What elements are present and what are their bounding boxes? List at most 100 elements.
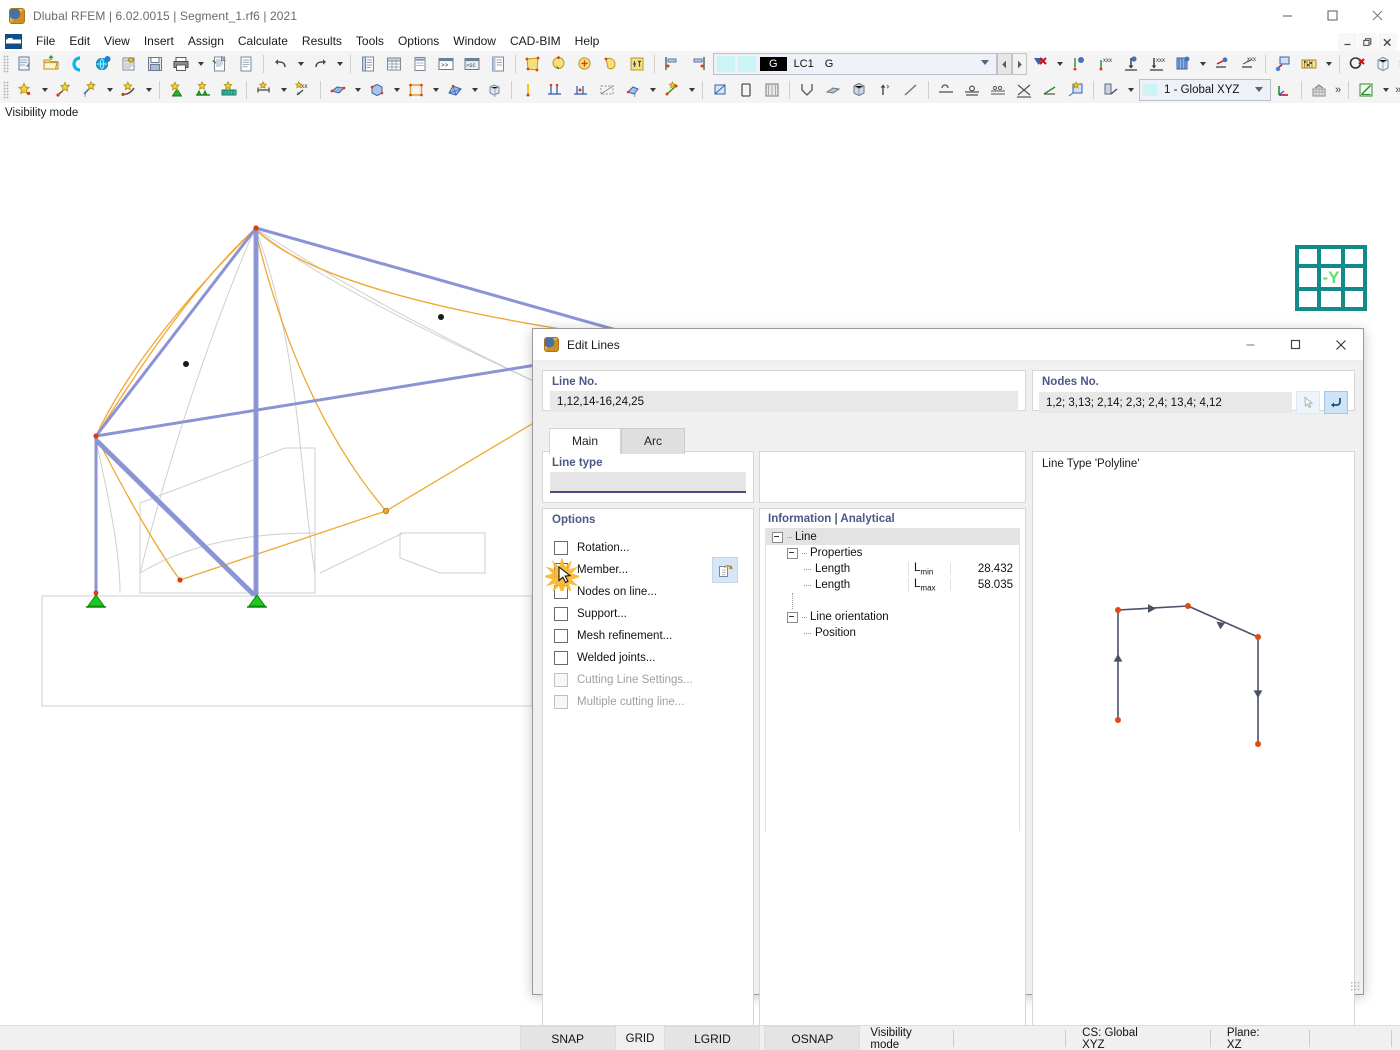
align-right-icon[interactable] bbox=[686, 52, 710, 76]
view-axis-indicator[interactable]: -Y bbox=[1295, 245, 1367, 311]
cloud-open-icon[interactable] bbox=[65, 52, 89, 76]
member-load-values-icon[interactable]: xxx bbox=[1145, 52, 1169, 76]
option-mesh-refinement[interactable]: Mesh refinement... bbox=[554, 625, 753, 647]
menu-item-help[interactable]: Help bbox=[568, 32, 607, 50]
print-icon[interactable] bbox=[169, 52, 193, 76]
support-symbol-2-icon[interactable] bbox=[960, 78, 984, 102]
undo-dropdown-caret[interactable] bbox=[294, 52, 307, 76]
checkbox-welded-joints[interactable] bbox=[554, 651, 568, 665]
new-node-icon[interactable] bbox=[13, 78, 37, 102]
menu-item-window[interactable]: Window bbox=[446, 32, 503, 50]
support-symbol-4-icon[interactable] bbox=[1012, 78, 1036, 102]
new-mesh-caret[interactable] bbox=[468, 78, 481, 102]
surface-contact-caret[interactable] bbox=[646, 78, 659, 102]
line-type-field[interactable] bbox=[550, 472, 746, 493]
line-no-field[interactable]: 1,12,14-16,24,25 bbox=[550, 391, 1018, 412]
collapse-icon[interactable] bbox=[787, 612, 798, 623]
support-symbol-5-icon[interactable] bbox=[1038, 78, 1062, 102]
delete-load-caret[interactable] bbox=[1053, 52, 1066, 76]
mdi-restore-button[interactable] bbox=[1358, 33, 1377, 51]
menu-item-results[interactable]: Results bbox=[295, 32, 349, 50]
visibility-icon[interactable] bbox=[1099, 78, 1123, 102]
coordinate-system-combo[interactable]: 1 - Global XYZ bbox=[1139, 79, 1271, 101]
surface-load-caret[interactable] bbox=[1196, 52, 1209, 76]
grid-settings-icon[interactable] bbox=[1307, 78, 1331, 102]
load-case-prev-button[interactable] bbox=[997, 53, 1012, 75]
menu-item-view[interactable]: View bbox=[97, 32, 137, 50]
dialog-resize-grip[interactable] bbox=[1350, 981, 1360, 991]
new-arc-caret[interactable] bbox=[142, 78, 155, 102]
dimension-coords-icon[interactable]: xx bbox=[291, 78, 315, 102]
cloud-globe-icon[interactable] bbox=[91, 52, 115, 76]
nodal-load-values-icon[interactable]: xxx bbox=[1093, 52, 1117, 76]
menu-item-options[interactable]: Options bbox=[391, 32, 446, 50]
chevron-down-icon[interactable] bbox=[981, 58, 990, 67]
dialog-maximize-button[interactable] bbox=[1273, 329, 1318, 360]
dialog-minimize-button[interactable] bbox=[1228, 329, 1273, 360]
tree-row-position[interactable]: Position bbox=[766, 625, 1019, 641]
option-member[interactable]: Member... bbox=[554, 559, 753, 581]
nodes-no-field[interactable]: 1,2; 3,13; 2,14; 2,3; 2,4; 13,4; 4,12 bbox=[1039, 392, 1292, 413]
load-combination-icon[interactable] bbox=[1297, 52, 1321, 76]
menu-item-file[interactable]: File bbox=[29, 32, 62, 50]
new-line-support-icon[interactable] bbox=[191, 78, 215, 102]
tree-row-line[interactable]: Line bbox=[766, 529, 1019, 545]
surface-load-icon[interactable] bbox=[1171, 52, 1195, 76]
table-icon[interactable] bbox=[382, 52, 406, 76]
member-hinge-2-icon[interactable] bbox=[569, 78, 593, 102]
new-solid-caret[interactable] bbox=[390, 78, 403, 102]
dimension-linear-icon[interactable]: x bbox=[252, 78, 276, 102]
new-member-wizard-icon[interactable] bbox=[1064, 78, 1088, 102]
document-icon[interactable] bbox=[234, 52, 258, 76]
plate-icon[interactable] bbox=[821, 78, 845, 102]
menu-item-cad-bim[interactable]: CAD-BIM bbox=[503, 32, 568, 50]
dimension-caret[interactable] bbox=[277, 78, 290, 102]
result-beam-icon[interactable] bbox=[708, 78, 732, 102]
toolbar-overflow-button[interactable]: » bbox=[1396, 58, 1400, 70]
collapse-icon[interactable] bbox=[787, 548, 798, 559]
shear-icon[interactable] bbox=[795, 78, 819, 102]
chevron-down-icon[interactable] bbox=[1255, 87, 1263, 92]
status-visibility-mode[interactable]: Visibility mode bbox=[864, 1030, 943, 1047]
nodal-connect-icon[interactable] bbox=[660, 78, 684, 102]
toolbar-grip-2[interactable] bbox=[3, 81, 9, 99]
toolbar2-overflow-button-2[interactable]: » bbox=[1392, 84, 1400, 96]
new-arc-icon[interactable] bbox=[117, 78, 141, 102]
status-snap[interactable]: SNAP bbox=[520, 1026, 616, 1050]
status-grid[interactable]: GRID bbox=[620, 1030, 661, 1047]
tree-row-line-orientation[interactable]: Line orientation bbox=[766, 609, 1019, 625]
script-panel-icon[interactable] bbox=[486, 52, 510, 76]
visibility-caret[interactable] bbox=[1124, 78, 1137, 102]
render-box-icon[interactable] bbox=[1371, 52, 1395, 76]
model-info-icon[interactable] bbox=[117, 52, 141, 76]
surface-contact-icon[interactable]: I bbox=[621, 78, 645, 102]
status-lgrid[interactable]: LGRID bbox=[664, 1026, 760, 1050]
support-symbol-1-icon[interactable] bbox=[934, 78, 958, 102]
tree-row-length-min[interactable]: Length Lmin 28.432 bbox=[766, 561, 1019, 577]
pick-cursor-icon[interactable] bbox=[1296, 391, 1320, 414]
new-model-icon[interactable] bbox=[13, 52, 37, 76]
nodal-load-icon[interactable] bbox=[1067, 52, 1091, 76]
option-nodes-on-line[interactable]: Nodes on line... bbox=[554, 581, 753, 603]
toolbar-grip[interactable] bbox=[3, 55, 9, 73]
new-opening-caret[interactable] bbox=[429, 78, 442, 102]
table-list-icon[interactable] bbox=[408, 52, 432, 76]
nodal-release-icon[interactable] bbox=[517, 78, 541, 102]
open-folder-icon[interactable] bbox=[39, 52, 63, 76]
menu-item-edit[interactable]: Edit bbox=[62, 32, 97, 50]
move-up-icon[interactable] bbox=[873, 78, 897, 102]
delete-load-icon[interactable] bbox=[1028, 52, 1052, 76]
window-close-button[interactable] bbox=[1355, 0, 1400, 31]
print-dropdown-caret[interactable] bbox=[194, 52, 207, 76]
console-icon[interactable]: >> bbox=[434, 52, 458, 76]
mdi-minimize-button[interactable] bbox=[1338, 33, 1357, 51]
dialog-close-button[interactable] bbox=[1318, 329, 1363, 360]
tab-main[interactable]: Main bbox=[549, 428, 621, 454]
navigator-icon[interactable] bbox=[356, 52, 380, 76]
checkbox-nodes-on-line[interactable] bbox=[554, 585, 568, 599]
nodal-connect-caret[interactable] bbox=[685, 78, 698, 102]
window-minimize-button[interactable] bbox=[1265, 0, 1310, 31]
new-solid-icon[interactable] bbox=[365, 78, 389, 102]
reverse-arrow-icon[interactable] bbox=[1324, 391, 1348, 414]
new-surface-support-icon[interactable] bbox=[217, 78, 241, 102]
